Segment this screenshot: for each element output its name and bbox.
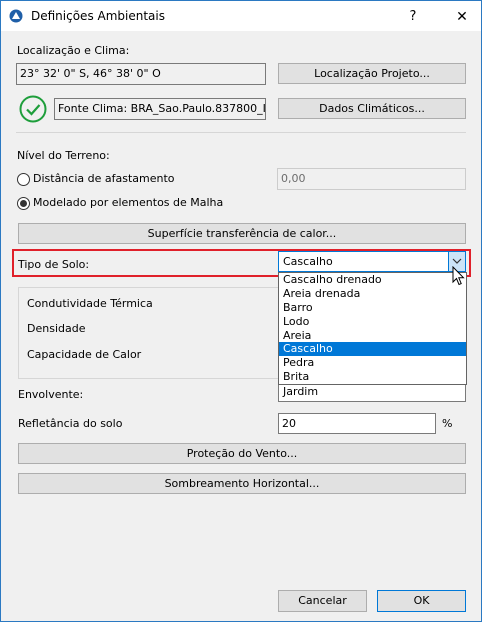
mesh-radio[interactable] (17, 197, 30, 210)
check-circle-icon (19, 95, 47, 123)
reflectance-label: Refletância do solo (18, 417, 123, 430)
soil-type-dropdown-list: Cascalho drenado Areia drenada Barro Lod… (278, 272, 467, 385)
mesh-radio-label[interactable]: Modelado por elementos de Malha (33, 196, 223, 209)
soil-option[interactable]: Lodo (279, 315, 466, 329)
soil-option-selected[interactable]: Cascalho (279, 342, 466, 357)
density-label: Densidade (27, 322, 86, 335)
surroundings-label: Envolvente: (18, 388, 84, 401)
terrain-level-heading: Nível do Terreno: (17, 149, 110, 162)
reflectance-unit: % (442, 417, 453, 430)
climate-data-button[interactable]: Dados Climáticos... (278, 98, 466, 119)
thermal-conductivity-label: Condutividade Térmica (27, 297, 153, 310)
project-location-button[interactable]: Localização Projeto... (278, 63, 466, 84)
separator (16, 132, 466, 133)
close-button[interactable]: ✕ (447, 6, 477, 28)
soil-option[interactable]: Brita (279, 370, 466, 384)
mouse-pointer-icon (452, 266, 465, 286)
soil-option[interactable]: Areia (279, 329, 466, 343)
archicad-app-icon (9, 9, 23, 23)
soil-option[interactable]: Areia drenada (279, 287, 466, 301)
heat-transfer-button[interactable]: Superfície transferência de calor... (18, 223, 466, 244)
distance-radio-label[interactable]: Distância de afastamento (33, 172, 175, 185)
distance-input: 0,00 (277, 168, 466, 190)
surroundings-value: Jardim (283, 385, 319, 398)
window-title: Definições Ambientais (31, 9, 165, 23)
cancel-button[interactable]: Cancelar (278, 590, 367, 612)
coordinates-field: 23° 32' 0" S, 46° 38' 0" O (16, 63, 266, 85)
help-button[interactable]: ? (398, 6, 428, 28)
horizontal-shading-button[interactable]: Sombreamento Horizontal... (18, 473, 466, 494)
title-bar: Definições Ambientais ? ✕ (1, 1, 481, 31)
soil-option[interactable]: Barro (279, 301, 466, 315)
wind-protection-button[interactable]: Proteção do Vento... (18, 443, 466, 464)
soil-option[interactable]: Cascalho drenado (279, 273, 466, 287)
reflectance-input[interactable]: 20 (278, 413, 436, 434)
distance-radio[interactable] (17, 173, 30, 186)
soil-option[interactable]: Pedra (279, 356, 466, 370)
weather-source-field: Fonte Clima: BRA_Sao.Paulo.837800_IWE (54, 98, 266, 120)
location-climate-heading: Localização e Clima: (17, 44, 130, 57)
ok-button[interactable]: OK (377, 590, 466, 612)
heat-capacity-label: Capacidade de Calor (27, 348, 142, 361)
environment-settings-dialog: Definições Ambientais ? ✕ Localização e … (0, 0, 482, 622)
surroundings-select[interactable]: Jardim (278, 382, 466, 402)
